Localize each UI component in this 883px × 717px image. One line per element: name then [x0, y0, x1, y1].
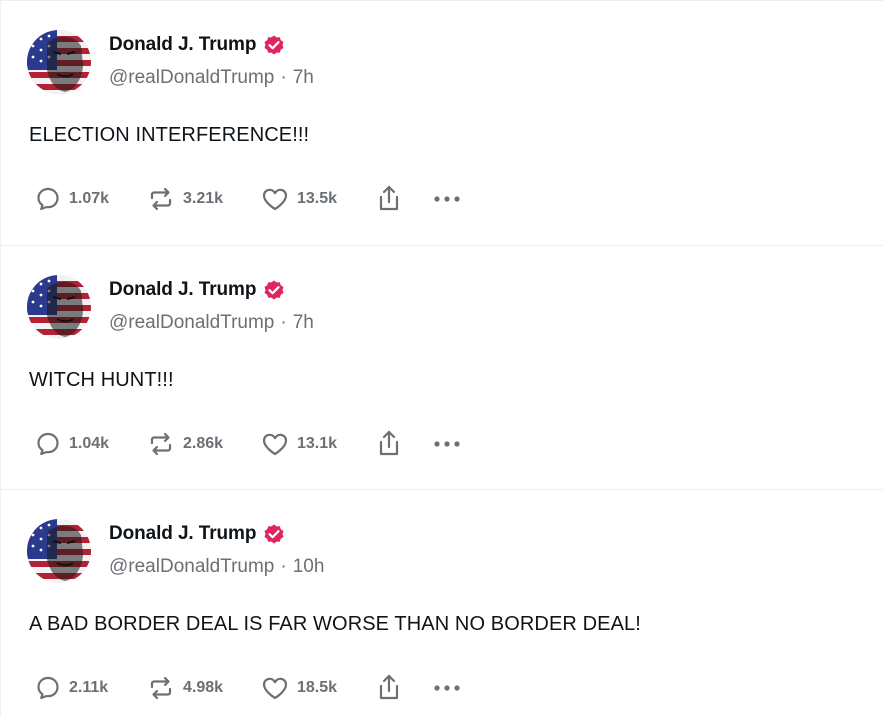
handle-row: @realDonaldTrump · 7h: [109, 67, 314, 89]
post-time[interactable]: 10h: [293, 556, 325, 577]
separator: ·: [280, 556, 287, 577]
avatar[interactable]: [27, 519, 91, 583]
repost-count: 2.86k: [183, 435, 224, 452]
reply-button[interactable]: 2.11k: [35, 675, 147, 701]
verified-badge-icon: [262, 522, 286, 546]
share-icon: [379, 185, 399, 211]
share-button[interactable]: [375, 429, 433, 459]
handle-row: @realDonaldTrump · 10h: [109, 556, 324, 578]
author-handle[interactable]: @realDonaldTrump: [109, 556, 274, 577]
post-text: ELECTION INTERFERENCE!!!: [29, 124, 310, 146]
share-button[interactable]: [375, 673, 433, 703]
action-bar: 2.11k 4.98k 18.5k: [35, 671, 473, 705]
heart-icon: [262, 433, 288, 456]
share-icon: [379, 674, 399, 700]
share-icon: [379, 430, 399, 456]
like-count: 13.5k: [297, 190, 338, 207]
avatar[interactable]: [27, 30, 91, 94]
author-name[interactable]: Donald J. Trump: [109, 279, 256, 301]
heart-icon: [262, 188, 288, 211]
post-time[interactable]: 7h: [293, 312, 314, 333]
author-row: Donald J. Trump: [109, 520, 286, 548]
repost-button[interactable]: 3.21k: [147, 186, 261, 212]
post[interactable]: Donald J. Trump @realDonaldTrump · 10h A B…: [1, 489, 883, 717]
like-button[interactable]: 18.5k: [261, 675, 375, 701]
author-name[interactable]: Donald J. Trump: [109, 34, 256, 56]
like-button[interactable]: 13.5k: [261, 186, 375, 212]
repost-icon: [150, 676, 172, 700]
like-button[interactable]: 13.1k: [261, 431, 375, 457]
reply-icon: [37, 676, 59, 700]
repost-button[interactable]: 4.98k: [147, 675, 261, 701]
action-bar: 1.07k 3.21k 13.5k: [35, 182, 473, 216]
more-button[interactable]: [433, 683, 473, 693]
reply-icon: [37, 187, 59, 211]
handle-row: @realDonaldTrump · 7h: [109, 312, 314, 334]
author-row: Donald J. Trump: [109, 31, 286, 59]
author-handle[interactable]: @realDonaldTrump: [109, 67, 274, 88]
more-icon: [434, 685, 460, 691]
more-icon: [434, 441, 460, 447]
separator: ·: [280, 312, 287, 333]
avatar-image: [27, 30, 91, 94]
repost-count: 4.98k: [183, 679, 224, 696]
reply-icon: [37, 432, 59, 456]
post-text: WITCH HUNT!!!: [29, 369, 174, 391]
post-text: A BAD BORDER DEAL IS FAR WORSE THAN NO B…: [29, 613, 641, 635]
author-handle[interactable]: @realDonaldTrump: [109, 312, 274, 333]
verified-badge-icon: [262, 278, 286, 302]
verified-badge-icon: [262, 33, 286, 57]
post-time[interactable]: 7h: [293, 67, 314, 88]
separator: ·: [280, 67, 287, 88]
reply-count: 2.11k: [69, 679, 109, 696]
author-name[interactable]: Donald J. Trump: [109, 523, 256, 545]
like-count: 13.1k: [297, 435, 338, 452]
avatar[interactable]: [27, 275, 91, 339]
post-feed: Donald J. Trump @realDonaldTrump · 7h ELEC…: [0, 0, 883, 717]
author-row: Donald J. Trump: [109, 276, 286, 304]
avatar-image: [27, 519, 91, 583]
repost-count: 3.21k: [183, 190, 224, 207]
reply-count: 1.04k: [69, 435, 110, 452]
post[interactable]: Donald J. Trump @realDonaldTrump · 7h ELEC…: [1, 0, 883, 244]
reply-count: 1.07k: [69, 190, 110, 207]
avatar-image: [27, 275, 91, 339]
post[interactable]: Donald J. Trump @realDonaldTrump · 7h WITC…: [1, 245, 883, 489]
reply-button[interactable]: 1.04k: [35, 431, 147, 457]
repost-icon: [150, 187, 172, 211]
repost-button[interactable]: 2.86k: [147, 431, 261, 457]
more-button[interactable]: [433, 194, 473, 204]
reply-button[interactable]: 1.07k: [35, 186, 147, 212]
heart-icon: [262, 677, 288, 700]
repost-icon: [150, 432, 172, 456]
more-button[interactable]: [433, 439, 473, 449]
more-icon: [434, 196, 460, 202]
action-bar: 1.04k 2.86k 13.1k: [35, 427, 473, 461]
share-button[interactable]: [375, 184, 433, 214]
like-count: 18.5k: [297, 679, 338, 696]
